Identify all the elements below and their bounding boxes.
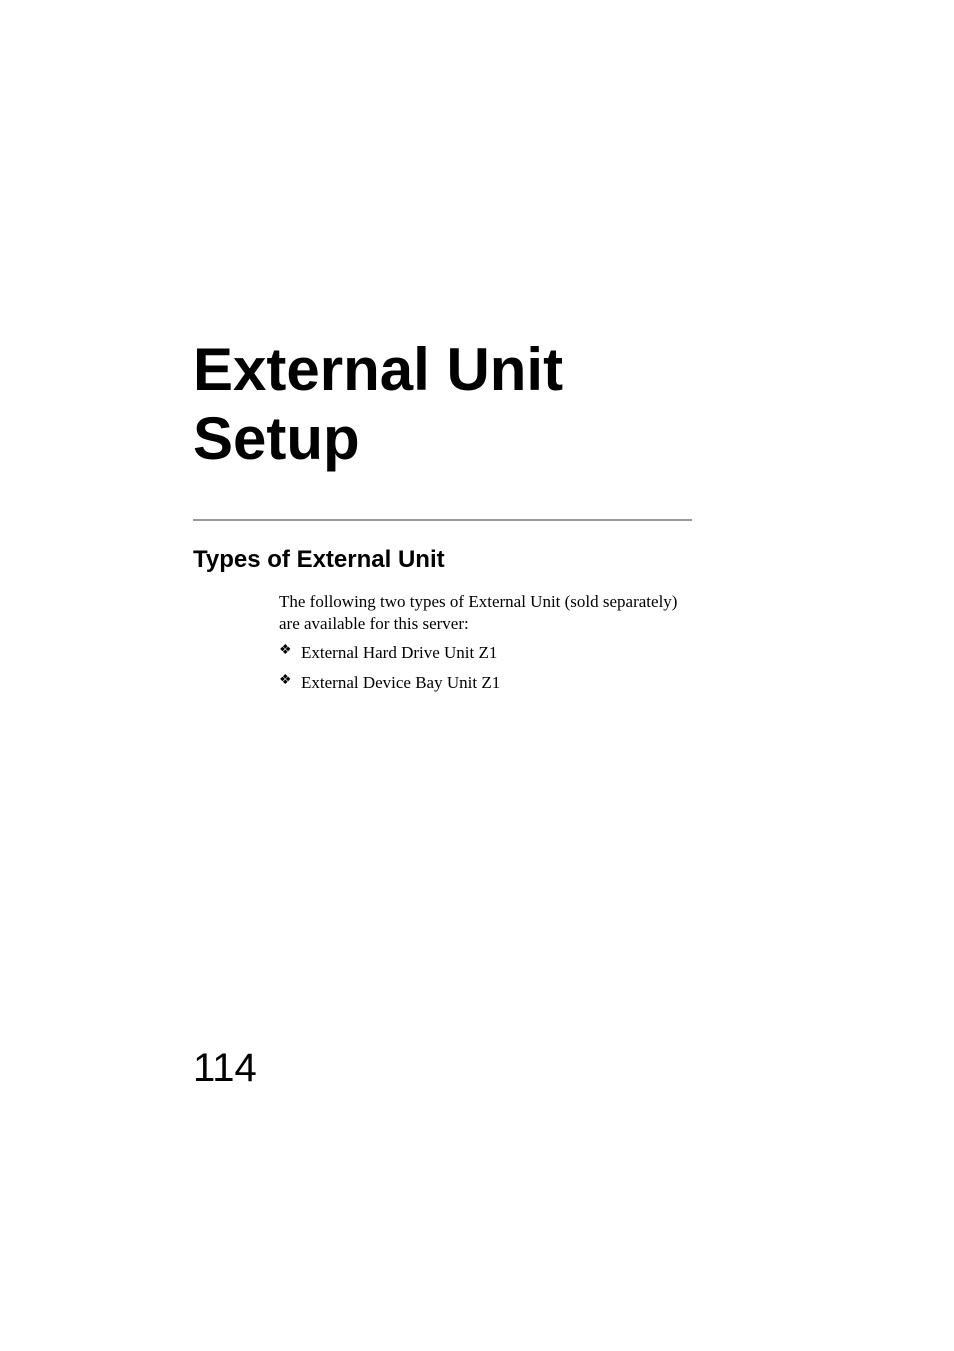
list-item-text: External Device Bay Unit Z1	[301, 672, 500, 694]
section-intro-paragraph: The following two types of External Unit…	[279, 591, 689, 635]
bullet-list: ❖ External Hard Drive Unit Z1 ❖ External…	[279, 642, 500, 702]
bullet-diamond-icon: ❖	[279, 642, 301, 660]
bullet-diamond-icon: ❖	[279, 672, 301, 690]
list-item-text: External Hard Drive Unit Z1	[301, 642, 497, 664]
document-page: External Unit Setup Types of External Un…	[0, 0, 954, 1351]
page-number: 114	[193, 1046, 257, 1091]
section-heading: Types of External Unit	[193, 546, 445, 574]
chapter-title-line1: External Unit	[193, 336, 563, 403]
title-horizontal-rule	[193, 519, 692, 521]
list-item: ❖ External Device Bay Unit Z1	[279, 672, 500, 694]
chapter-title-line2: Setup	[193, 405, 360, 472]
list-item: ❖ External Hard Drive Unit Z1	[279, 642, 500, 664]
chapter-title: External Unit Setup	[193, 335, 563, 473]
